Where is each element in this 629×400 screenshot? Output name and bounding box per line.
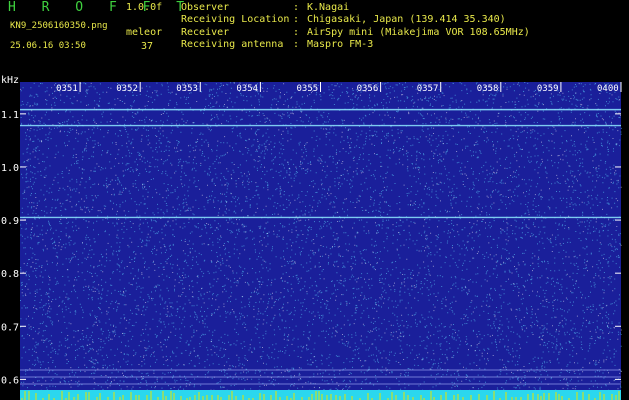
y-tick-label: 0.7 [1, 322, 19, 333]
info-row-location: Receiving Location: Chigasaki, Japan (139… [181, 14, 530, 26]
info-separator: : [293, 2, 300, 13]
info-label: Receiver [181, 26, 230, 38]
y-axis-label: kHz [1, 75, 19, 86]
app-brand: H R O F F T [8, 0, 194, 15]
x-tick-label: 0353 [176, 84, 198, 94]
info-separator: : [293, 14, 300, 26]
bottom-noise-band [20, 390, 621, 400]
info-label: Receiving antenna [181, 38, 284, 50]
x-tick-label: 0351 [56, 84, 78, 94]
y-tick-label: 1.0 [1, 163, 19, 174]
x-tick-label: 0357 [417, 84, 439, 94]
x-tick-label: 0352 [116, 84, 138, 94]
info-row-antenna: Receiving antenna: Maspro FM-3 [181, 39, 530, 51]
info-row-observer: Observer: K.Nagai [181, 2, 530, 14]
x-tick-label: 0400 [597, 84, 619, 94]
y-tick-label: 0.6 [1, 375, 19, 386]
info-value: Maspro FM-3 [307, 38, 374, 50]
x-tick-label: 0355 [297, 84, 319, 94]
info-label: Receiving Location [181, 14, 290, 26]
x-tick-label: 0354 [236, 84, 258, 94]
info-value: Chigasaki, Japan (139.414 35.340) [307, 14, 506, 26]
y-tick-label: 0.8 [1, 269, 19, 280]
mode-label: meleor [126, 27, 163, 38]
station-info: Observer: K.Nagai Receiving Location: Chig… [181, 2, 530, 51]
info-value: AirSpy mini (Miakejima VOR 108.65MHz) [307, 26, 530, 38]
date-time: 25.06.16 03:50 [10, 41, 86, 51]
y-tick-label: 0.9 [1, 216, 19, 227]
x-tick-label: 0356 [357, 84, 379, 94]
info-row-receiver: Receiver: AirSpy mini (Miakejima VOR 108.… [181, 27, 530, 39]
y-tick-label: 1.1 [1, 110, 19, 121]
detection-count: 37 [141, 41, 154, 52]
file-name: KN9_2506160350.png [10, 21, 108, 31]
app-version: 1.0.0f [126, 2, 163, 13]
x-tick-label: 0358 [477, 84, 499, 94]
spectrogram-chart: kHz 1.1 1.0 0.9 0.8 0.7 0.6 0351 0352 0353 0354 035… [0, 74, 629, 400]
info-separator: : [293, 26, 300, 38]
info-separator: : [293, 38, 300, 50]
x-tick-label: 0359 [537, 84, 559, 94]
info-label: Observer [181, 2, 230, 13]
info-value: K.Nagai [307, 2, 350, 13]
header-panel: H R O F F T 1.0.0f KN9_2506160350.png me… [0, 0, 629, 74]
